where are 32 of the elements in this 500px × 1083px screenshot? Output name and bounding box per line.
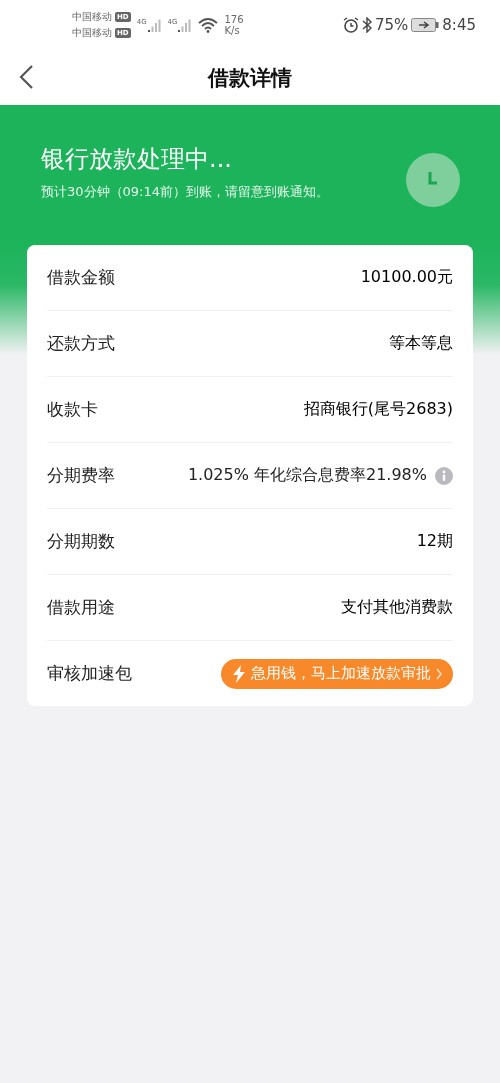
network-speed: 176 <box>224 14 244 25</box>
signal-icon <box>178 18 193 32</box>
detail-label: 分期期数 <box>47 530 115 553</box>
status-title: 银行放款处理中... <box>41 144 233 175</box>
signal-icon <box>147 18 162 32</box>
detail-value: 12期 <box>416 531 453 552</box>
clock-time: 8:45 <box>442 16 476 34</box>
carrier-name: 中国移动 <box>72 10 112 24</box>
detail-value: 1.025% 年化综合息费率21.98% <box>187 465 427 486</box>
clock-icon <box>406 153 460 207</box>
lightning-icon <box>231 664 247 683</box>
battery-icon <box>411 18 440 32</box>
status-subtitle: 预计30分钟（09:14前）到账，请留意到账通知。 <box>41 183 329 201</box>
detail-label: 借款用途 <box>47 596 115 619</box>
carrier-name: 中国移动 <box>72 26 112 40</box>
detail-value: 支付其他消费款 <box>341 597 453 618</box>
detail-label: 收款卡 <box>47 398 98 421</box>
detail-label: 借款金额 <box>47 266 115 289</box>
detail-label: 还款方式 <box>47 332 115 355</box>
battery-percent: 75% <box>374 16 409 34</box>
alarm-icon <box>342 17 359 33</box>
chevron-right-icon <box>435 667 443 680</box>
bluetooth-icon <box>361 17 372 33</box>
detail-label: 分期费率 <box>47 464 115 487</box>
detail-value: 等本等息 <box>389 333 453 354</box>
detail-label: 审核加速包 <box>47 662 132 685</box>
speed-unit: K/s <box>224 25 241 36</box>
accelerate-button[interactable]: 急用钱，马上加速放款审批 <box>221 658 453 689</box>
detail-value: 招商银行(尾号2683) <box>303 399 453 420</box>
page-title: 借款详情 <box>208 64 292 92</box>
wifi-icon <box>198 17 219 33</box>
detail-value: 10100.00元 <box>360 267 453 288</box>
